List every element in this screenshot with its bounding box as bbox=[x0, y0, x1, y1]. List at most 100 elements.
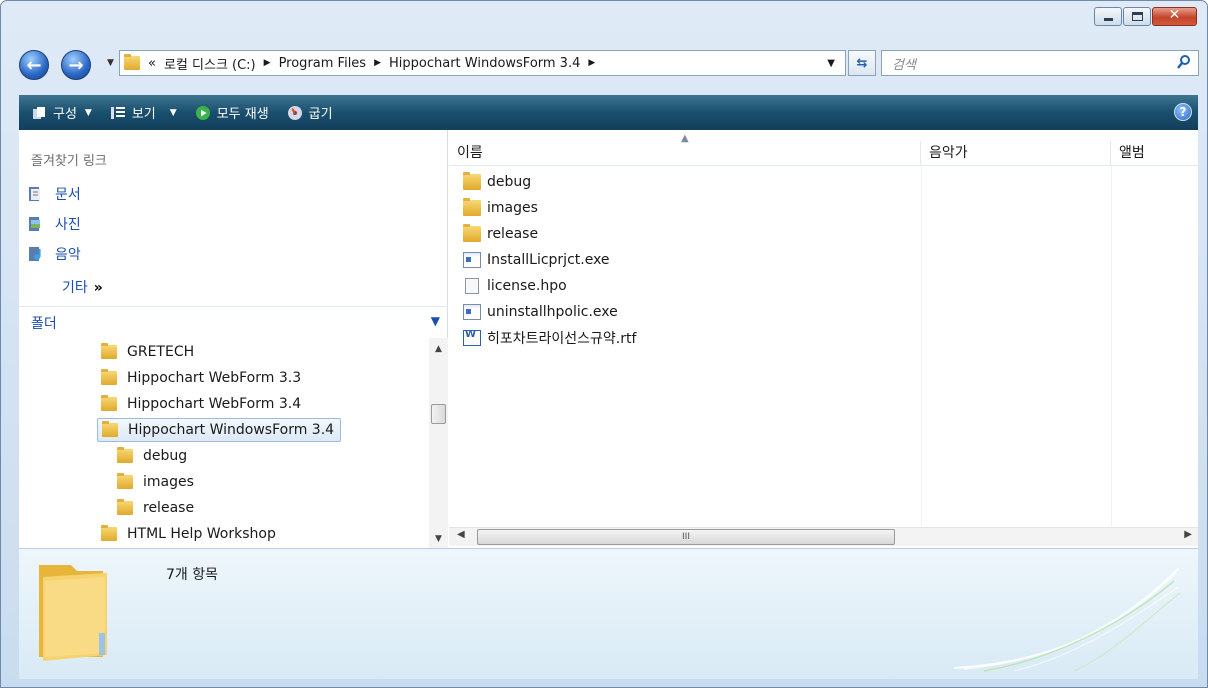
search-placeholder: 검색 bbox=[892, 57, 916, 73]
column-header-artist[interactable]: 음악가 bbox=[921, 141, 1111, 166]
views-button[interactable]: 보기 ▼ bbox=[104, 103, 183, 122]
explorer-window: ✕ ← → ▼ « 로컬 디스크 (C:) ▶ Program Files ▶ … bbox=[0, 0, 1208, 688]
folders-header[interactable]: 폴더 ▼ bbox=[19, 306, 448, 338]
chevron-down-icon: ▼ bbox=[169, 107, 177, 118]
breadcrumb-program-files[interactable]: Program Files bbox=[279, 56, 367, 71]
file-row[interactable]: InstallLicprjct.exe bbox=[463, 248, 610, 272]
tree-item[interactable]: HTML Help Workshop bbox=[101, 522, 276, 546]
help-icon[interactable]: ? bbox=[1174, 103, 1192, 121]
search-input[interactable]: 검색 bbox=[881, 50, 1199, 76]
favorite-link-pictures[interactable]: 사진 bbox=[27, 214, 81, 234]
burn-button[interactable]: 굽기 bbox=[281, 103, 339, 122]
tree-item-selected[interactable]: Hippochart WindowsForm 3.4 bbox=[97, 418, 342, 442]
tree-item[interactable]: GRETECH bbox=[101, 340, 194, 364]
tree-item[interactable]: Hippochart WebForm 3.3 bbox=[101, 366, 301, 390]
maximize-icon bbox=[1132, 12, 1143, 21]
file-row[interactable]: images bbox=[463, 196, 538, 220]
more-links[interactable]: 기타 » bbox=[62, 277, 103, 297]
file-name: release bbox=[487, 226, 539, 242]
column-header-album[interactable]: 앨범 bbox=[1111, 141, 1198, 166]
forward-button[interactable]: → bbox=[61, 50, 91, 80]
file-row[interactable]: debug bbox=[463, 170, 531, 194]
breadcrumb-separator-icon[interactable]: ▶ bbox=[588, 58, 595, 68]
search-icon[interactable] bbox=[1176, 54, 1192, 70]
content-area: 즐겨찾기 링크 문서 사진 음악 기타» 폴더 ▼ GRETECH Hippoc… bbox=[19, 130, 1198, 548]
documents-icon bbox=[29, 187, 40, 201]
file-row[interactable]: 히포차트라이선스규약.rtf bbox=[463, 326, 636, 350]
scroll-thumb[interactable] bbox=[431, 404, 446, 424]
file-list-horizontal-scrollbar[interactable]: ◀ III ▶ bbox=[449, 527, 1198, 546]
address-dropdown-icon[interactable]: ▼ bbox=[827, 58, 835, 69]
favorite-links-title: 즐겨찾기 링크 bbox=[31, 154, 107, 169]
tree-item[interactable]: Hippochart WebForm 3.4 bbox=[101, 392, 301, 416]
back-button[interactable]: ← bbox=[19, 50, 49, 80]
tree-item[interactable]: release bbox=[117, 496, 194, 520]
folder-icon bbox=[117, 473, 133, 489]
scroll-left-icon[interactable]: ◀ bbox=[457, 529, 465, 540]
refresh-icon: ⇆ bbox=[856, 55, 868, 71]
favorite-link-label: 사진 bbox=[55, 217, 81, 233]
column-header-name[interactable]: 이름 bbox=[449, 141, 921, 166]
file-list-pane: ▲ 이름 음악가 앨범 debug images release Install… bbox=[449, 130, 1198, 548]
chevron-down-icon: ▼ bbox=[84, 107, 92, 118]
details-pane: 7개 항목 bbox=[19, 548, 1198, 679]
file-name: 히포차트라이선스규약.rtf bbox=[487, 331, 637, 347]
application-icon bbox=[463, 252, 481, 268]
folder-icon bbox=[39, 565, 107, 661]
breadcrumb-overflow[interactable]: « bbox=[148, 56, 156, 71]
breadcrumb-hippochart-windowsform[interactable]: Hippochart WindowsForm 3.4 bbox=[389, 56, 580, 71]
folder-icon bbox=[101, 343, 117, 359]
tree-item-label: Hippochart WebForm 3.4 bbox=[127, 396, 302, 412]
tree-vertical-scrollbar[interactable]: ▲ ▼ bbox=[429, 338, 448, 548]
file-row[interactable]: license.hpo bbox=[463, 274, 567, 298]
caption-buttons: ✕ bbox=[1093, 7, 1197, 26]
tree-item[interactable]: debug bbox=[117, 444, 187, 468]
play-all-button[interactable]: 모두 재생 bbox=[189, 103, 275, 122]
favorite-link-music[interactable]: 음악 bbox=[27, 244, 81, 264]
organize-icon bbox=[33, 106, 45, 119]
navigation-pane: 즐겨찾기 링크 문서 사진 음악 기타» 폴더 ▼ GRETECH Hippoc… bbox=[19, 130, 448, 548]
file-row[interactable]: uninstallhpolic.exe bbox=[463, 300, 618, 324]
scroll-thumb[interactable]: III bbox=[477, 529, 895, 545]
document-icon bbox=[465, 278, 479, 294]
breadcrumb-separator-icon[interactable]: ▶ bbox=[264, 58, 271, 68]
scroll-down-icon[interactable]: ▼ bbox=[429, 534, 448, 544]
arrow-right-icon: → bbox=[68, 54, 84, 76]
favorite-link-documents[interactable]: 문서 bbox=[27, 184, 81, 204]
breadcrumb-separator-icon[interactable]: ▶ bbox=[374, 58, 381, 68]
chevron-down-icon: ▼ bbox=[430, 314, 440, 328]
burn-label: 굽기 bbox=[308, 107, 333, 122]
scroll-right-icon[interactable]: ▶ bbox=[1184, 529, 1192, 540]
tree-item[interactable]: images bbox=[117, 470, 194, 494]
pictures-icon bbox=[29, 217, 40, 231]
favorite-link-label: 문서 bbox=[55, 187, 81, 203]
breadcrumb-local-disk[interactable]: 로컬 디스크 (C:) bbox=[164, 54, 256, 73]
file-row[interactable]: release bbox=[463, 222, 538, 246]
column-divider bbox=[1111, 166, 1112, 526]
close-button[interactable]: ✕ bbox=[1152, 7, 1197, 26]
more-chevron-icon: » bbox=[93, 280, 103, 296]
application-icon bbox=[463, 304, 481, 320]
folder-icon bbox=[101, 395, 117, 411]
recent-pages-dropdown[interactable]: ▼ bbox=[107, 58, 114, 68]
favorite-link-label: 음악 bbox=[55, 247, 81, 263]
address-row: ← → ▼ « 로컬 디스크 (C:) ▶ Program Files ▶ Hi… bbox=[19, 48, 1199, 80]
maximize-button[interactable] bbox=[1123, 7, 1151, 26]
minimize-button[interactable] bbox=[1094, 7, 1122, 26]
views-icon bbox=[110, 106, 125, 119]
tree-item-label: Hippochart WebForm 3.3 bbox=[127, 370, 302, 386]
address-bar[interactable]: « 로컬 디스크 (C:) ▶ Program Files ▶ Hippocha… bbox=[119, 50, 846, 76]
close-icon: ✕ bbox=[1168, 7, 1181, 23]
folder-icon bbox=[117, 499, 133, 515]
scroll-up-icon[interactable]: ▲ bbox=[429, 344, 448, 354]
folder-icon bbox=[117, 447, 133, 463]
tree-item-label: HTML Help Workshop bbox=[127, 526, 276, 542]
refresh-button[interactable]: ⇆ bbox=[848, 50, 876, 76]
folder-icon bbox=[124, 54, 140, 70]
folders-label: 폴더 bbox=[31, 315, 57, 332]
play-icon bbox=[195, 105, 210, 120]
organize-button[interactable]: 구성 ▼ bbox=[25, 103, 98, 122]
folder-tree: GRETECH Hippochart WebForm 3.3 Hippochar… bbox=[19, 338, 429, 548]
tree-item-label: release bbox=[143, 500, 195, 516]
music-icon bbox=[29, 247, 41, 261]
